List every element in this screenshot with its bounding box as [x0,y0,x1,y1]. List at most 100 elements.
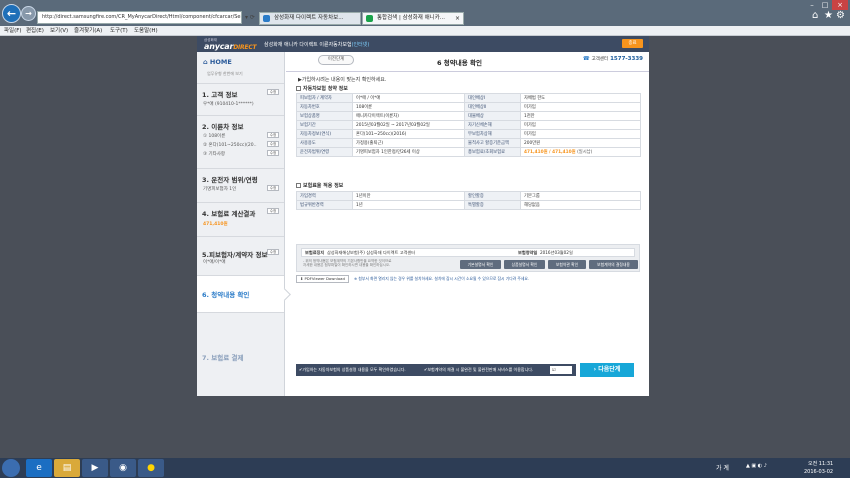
step-5-insured: 5.피보험자/계약자 정보 이*애/이*애 수정 [197,236,284,275]
terms-button[interactable]: 보험약관 확인 [548,260,586,269]
start-button[interactable] [2,459,20,477]
pdf-viewer-download-button[interactable]: ⬇ PDFViewer Download [296,275,349,283]
step-title: 5.피보험자/계약자 정보 [202,251,268,259]
step-title: 6. 청약내용 확인 [202,291,250,299]
site-icon [366,15,373,22]
table-row: 자동차정보(연식) 혼다(101~250cc)(2016) 무보험차상해 미가입 [296,129,641,139]
step-1-customer: 1. 고객 정보 우*애 (910410-1******) 수정 [197,83,284,115]
next-step-button[interactable]: › 다음단계 [580,363,634,377]
kakaotalk-icon[interactable]: ● [138,459,164,477]
step-detail: ② 혼다(101~250cc)(20.. [203,143,257,148]
basic-guide-button[interactable]: 기본설명서 확인 [460,260,501,269]
menu-bar: 파일(F) 편집(E) 보기(V) 즐겨찾기(A) 도구(T) 도움말(H) [0,26,850,36]
contract-info-table: 피보험자 / 계약자 이*애 / 이*애 대인배상Ⅰ 자배법 한도 자동차번호 108… [296,93,641,157]
media-player-icon[interactable]: ▶ [82,459,108,477]
confirm-checkbox[interactable]: ☑ 확인 [550,366,572,374]
menu-help[interactable]: 도움말(H) [134,26,158,36]
edit-button[interactable]: 수정 [267,89,279,95]
payer-row: 보험료징지 삼성화재해상보험(주) 삼성화재 다이렉트 고객센터 보험청약일 2… [301,248,635,257]
site-icon [263,15,270,22]
agree-text-1: ✔ 가입하는 자동차보험의 상품설명 내용을 모두 확인하였습니다. [299,367,406,372]
back-button[interactable]: ← [2,4,21,23]
edit-button[interactable]: 수정 [267,132,279,138]
header-title: 삼성화재 애니카 다이렉트 이륜자동차보험(인터넷) [264,42,370,48]
step-title: 2. 이륜차 정보 [202,123,244,131]
tab-2[interactable]: 통합검색 | 삼성화재 애니카... × [362,12,464,25]
table-row: 사용용도 가정용(출퇴근) 물적사고 할증기준금액 200만원 [296,138,641,148]
ie-icon[interactable]: e [26,459,52,477]
clock-time[interactable]: 오전 11:31 [808,460,833,467]
tray-icons[interactable]: ▲ ▣ ◐ ♪ [746,463,767,469]
step-detail: ① 108이륜 [203,134,226,139]
edit-button[interactable]: 수정 [267,208,279,214]
step-detail: 기명피보험자 1인 [203,187,237,192]
gear-icon[interactable]: ⚙ [836,10,845,21]
table-row: 보험상품명 애니카다이렉트(이륜차) 대물배상 1천만 [296,111,641,121]
table-row: 피보험자 / 계약자 이*애 / 이*애 대인배상Ⅰ 자배법 한도 [296,93,641,103]
menu-favorites[interactable]: 즐겨찾기(A) [74,26,102,36]
table-row: 가입경력 1년이만 할인할증 기본그룹 [296,191,641,201]
home-icon[interactable]: ⌂ [812,10,818,21]
phone-icon: ☎ [582,56,590,62]
divider [286,71,649,72]
home-link[interactable]: ⌂ HOME [203,58,232,66]
close-window-icon[interactable]: × [832,0,848,10]
edit-button[interactable]: 수정 [267,150,279,156]
chrome-icon[interactable]: ◉ [110,459,136,477]
windows-taskbar: e ▤ ▶ ◉ ● 가 계 ▲ ▣ ◐ ♪ 오전 11:31 2016-03-0… [0,458,850,478]
step-title: 3. 운전자 범위/연령 [202,176,258,184]
browser-toolbar: ← → http://direct.samsungfire.com/CR_MyA… [0,0,850,26]
step-detail: 이*애/이*애 [203,260,226,265]
close-tab-icon[interactable]: × [455,13,460,24]
step-6-confirm: 6. 청약내용 확인 [197,275,291,312]
payer-info-box: 보험료징지 삼성화재해상보험(주) 삼성화재 다이렉트 고객센터 보험청약일 2… [296,244,640,272]
insurance-page: 삼성화재 anycarDIRECT 삼성화재 애니카 다이렉트 이륜자동차보험(… [197,36,649,396]
address-bar[interactable]: http://direct.samsungfire.com/CR_MyAnyca… [37,11,242,24]
menu-view[interactable]: 보기(V) [50,26,68,36]
maximize-icon[interactable]: □ [819,0,831,10]
section-contract-info: 자동차보험 청약 정보 [296,85,348,92]
step-title: 7. 보험료 결제 [202,354,244,362]
step-3-driver-range: 3. 운전자 범위/연령 기명피보험자 1인 수정 [197,168,284,202]
menu-file[interactable]: 파일(F) [4,26,22,36]
table-row: 법규위반경력 1년 특별할증 해당없음 [296,200,641,210]
table-row: 보험기간 2015년03월02일 ~ 2017년03월02일 자기신체손해 미가입 [296,120,641,130]
section-rate-info: 보험료율 적용 정보 [296,182,343,189]
customer-center: ☎ 고객센터 1577-3339 [582,56,643,62]
page-viewport: 삼성화재 anycarDIRECT 삼성화재 애니카 다이렉트 이륜자동차보험(… [0,36,850,458]
favorites-star-icon[interactable]: ★ [824,10,833,21]
page-title: 6 청약내용 확인 [437,59,482,67]
explorer-icon[interactable]: ▤ [54,459,80,477]
step-detail: 우*애 (910410-1******) [203,102,254,107]
contract-detail-button[interactable]: 보험계약의 결정내용 [589,260,638,269]
step-2-vehicle: 2. 이륜차 정보 ① 108이륜 ② 혼다(101~250cc)(20.. ③… [197,115,284,168]
product-guide-button[interactable]: 상품설명서 확인 [504,260,545,269]
anycar-logo[interactable]: anycarDIRECT [204,42,257,51]
previous-step-button[interactable]: 이전단계 [318,55,354,65]
payer-notes: - 위의 청약내용은 보험계약의 기본사항만을 요약한 것이므로 자세한 내용은… [303,259,392,268]
system-tray: 가 계 ▲ ▣ ◐ ♪ 오전 11:31 2016-03-02 [716,459,846,477]
step-title: 4. 보험료 계산결과 [202,210,256,218]
agree-text-2: ✔ 보험계약의 체결 시 불완전 및 불완전판매 서비스를 이용합니다. [424,367,534,372]
ime-indicator[interactable]: 가 계 [716,463,729,472]
step-4-premium: 4. 보험료 계산결과 471,410원 수정 [197,202,284,236]
agreement-bar: ✔ 가입하는 자동차보험의 상품설명 내용을 모두 확인하였습니다. ✔ 보험계… [296,364,576,376]
total-premium: 471,410원 / 471,410원 (일시납) [520,147,641,157]
exit-button[interactable]: 종료 [622,39,643,48]
step-sidebar: ⌂ HOME 업무유형 한번에 보기 1. 고객 정보 우*애 (910410-… [197,52,291,396]
forward-button[interactable]: → [21,6,36,21]
site-header: 삼성화재 anycarDIRECT 삼성화재 애니카 다이렉트 이륜자동차보험(… [197,36,649,52]
tab-1-label: 삼성화재 다이렉트 자동차보... [274,15,344,21]
rate-info-table: 가입경력 1년이만 할인할증 기본그룹 법규위반경력 1년 특별할증 해당없음 [296,191,641,210]
step-detail: ③ 기타사항 [203,152,226,157]
tab-1[interactable]: 삼성화재 다이렉트 자동차보... [259,12,361,25]
menu-edit[interactable]: 편집(E) [26,26,44,36]
edit-button[interactable]: 수정 [267,185,279,191]
edit-button[interactable]: 수정 [267,249,279,255]
edit-button[interactable]: 수정 [267,141,279,147]
menu-tools[interactable]: 도구(T) [110,26,128,36]
table-row: 운전자범위/연령 기명피보험자 1인한정/만26세 이상 총보험료/초회보험료 4… [296,147,641,157]
address-actions-icon[interactable]: ▾ ⟳ [243,12,257,23]
minimize-icon[interactable]: – [806,0,818,10]
clock-date[interactable]: 2016-03-02 [804,469,833,475]
